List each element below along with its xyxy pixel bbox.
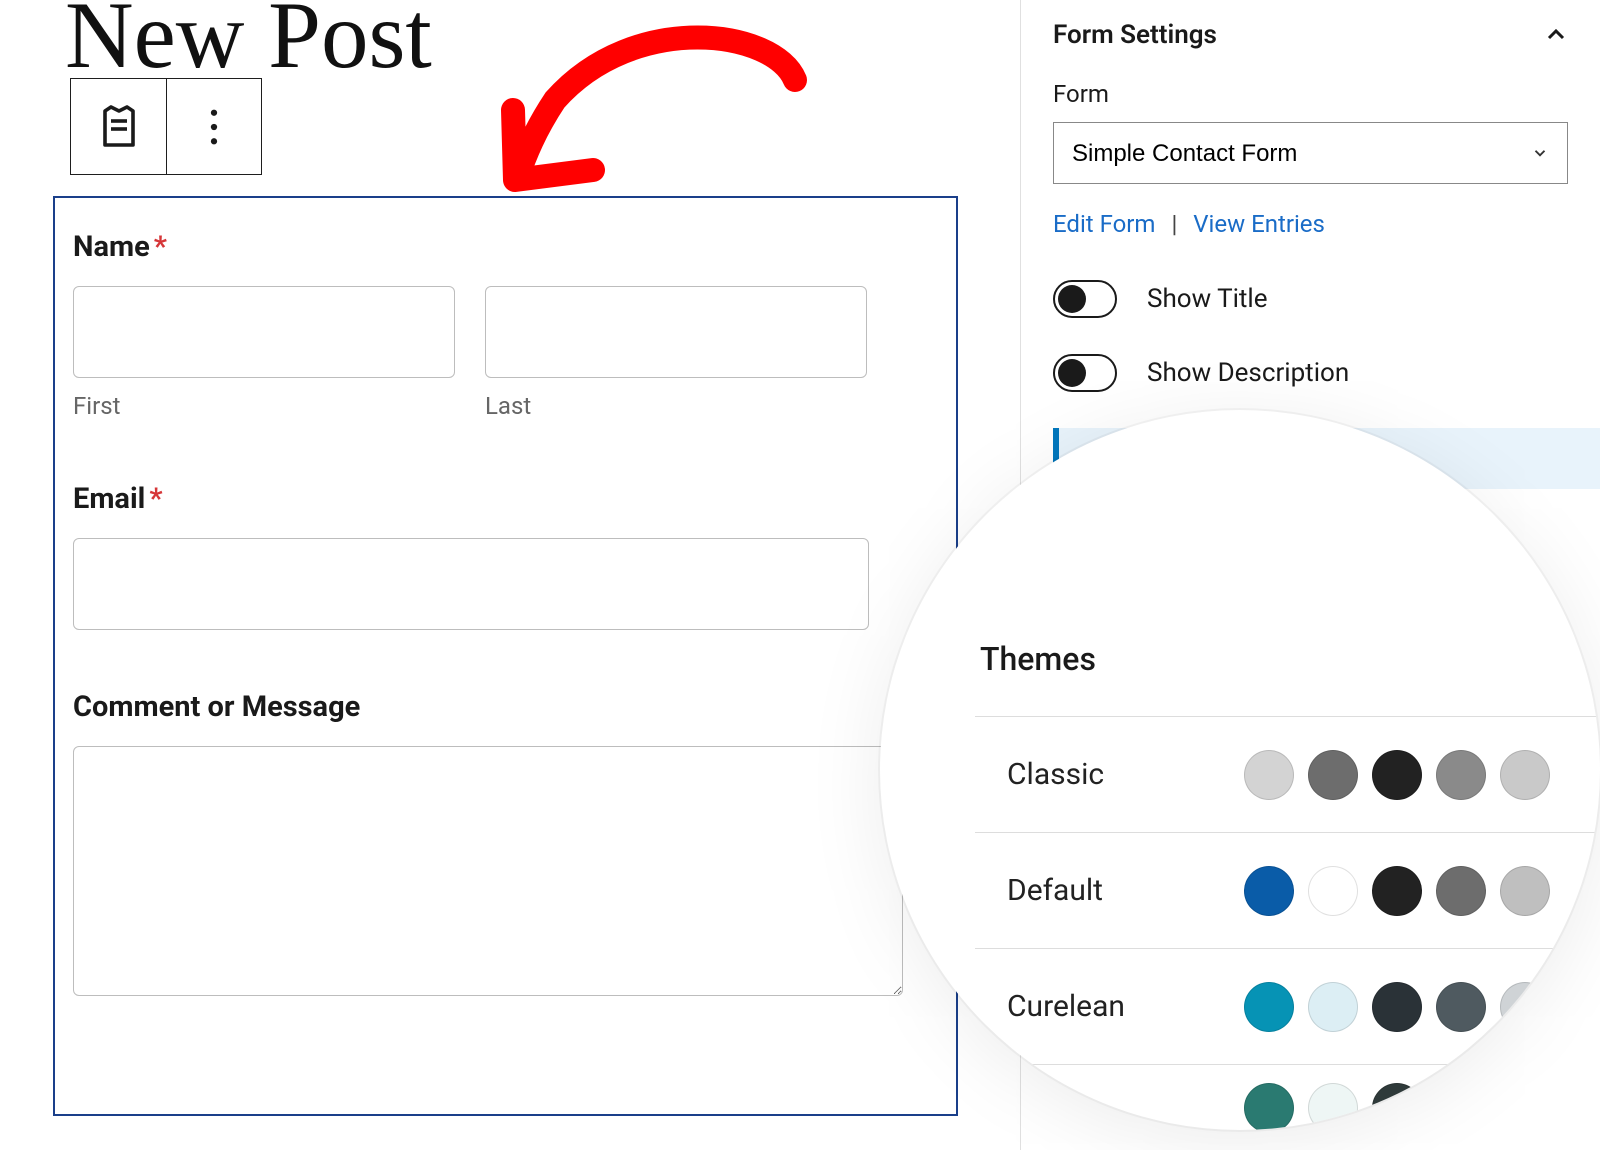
kebab-icon [200, 107, 228, 147]
color-swatch [1308, 750, 1358, 800]
color-swatch [1436, 866, 1486, 916]
toggle-knob [1058, 285, 1086, 313]
show-description-row: Show Description [1021, 336, 1600, 410]
last-name-sublabel: Last [485, 392, 867, 420]
toggle-knob [1058, 359, 1086, 387]
color-swatch [1244, 750, 1294, 800]
email-input[interactable] [73, 538, 869, 630]
form-settings-title: Form Settings [1053, 20, 1217, 50]
color-swatch [1372, 866, 1422, 916]
show-title-toggle[interactable] [1053, 280, 1117, 318]
form-select[interactable]: Simple Contact Form [1053, 122, 1568, 184]
swatch-group [1244, 866, 1550, 916]
show-description-label: Show Description [1147, 358, 1349, 388]
color-swatch [1500, 750, 1550, 800]
form-settings-header[interactable]: Form Settings [1021, 0, 1600, 80]
color-swatch [1372, 1083, 1422, 1130]
form-action-links: Edit Form | View Entries [1021, 202, 1600, 262]
chevron-up-icon [1544, 23, 1568, 47]
color-swatch [1308, 866, 1358, 916]
required-star: * [154, 230, 167, 264]
form-block[interactable]: Name* First Last Email* Comment or Messa… [53, 196, 958, 1116]
show-description-toggle[interactable] [1053, 354, 1117, 392]
color-swatch [1436, 982, 1486, 1032]
theme-list: Classic Default Curelean [975, 716, 1600, 1130]
theme-row-classic[interactable]: Classic [975, 717, 1600, 833]
theme-name: Default [1007, 873, 1103, 908]
block-toolbar [70, 78, 262, 175]
color-swatch [1308, 1083, 1358, 1130]
color-swatch [1244, 982, 1294, 1032]
comment-textarea[interactable] [73, 746, 903, 996]
first-name-sublabel: First [73, 392, 455, 420]
color-swatch [1244, 866, 1294, 916]
link-separator: | [1171, 210, 1177, 238]
show-title-label: Show Title [1147, 284, 1268, 314]
comment-field-group: Comment or Message [73, 690, 938, 1000]
name-label: Name* [73, 230, 938, 264]
swatch-group [1244, 982, 1550, 1032]
last-name-input[interactable] [485, 286, 867, 378]
color-swatch [1244, 1083, 1294, 1130]
view-entries-link[interactable]: View Entries [1193, 210, 1325, 238]
theme-name: Curelean [1007, 989, 1125, 1024]
name-label-text: Name [73, 230, 150, 264]
color-swatch [1308, 982, 1358, 1032]
required-star: * [149, 482, 162, 516]
name-field-group: Name* First Last [73, 230, 938, 420]
form-select-label: Form [1053, 80, 1568, 108]
color-swatch [1500, 1083, 1550, 1130]
email-label: Email* [73, 482, 938, 516]
zoom-lens: Themes Classic Default Curelean [880, 410, 1600, 1130]
color-swatch [1436, 1083, 1486, 1130]
swatch-group [1244, 1083, 1550, 1130]
show-title-row: Show Title [1021, 262, 1600, 336]
color-swatch [1436, 750, 1486, 800]
form-icon [95, 103, 143, 151]
edit-form-link[interactable]: Edit Form [1053, 210, 1155, 238]
page-title[interactable]: New Post [65, 0, 432, 90]
more-options-button[interactable] [166, 79, 261, 174]
form-block-icon-button[interactable] [71, 79, 166, 174]
theme-name: Classic [1007, 757, 1104, 792]
color-swatch [1500, 982, 1550, 1032]
annotation-arrow [495, 0, 855, 210]
color-swatch [1372, 750, 1422, 800]
color-swatch [1500, 866, 1550, 916]
swatch-group [1244, 750, 1550, 800]
email-field-group: Email* [73, 482, 938, 630]
themes-title: Themes [880, 640, 1600, 716]
theme-row-partial[interactable] [975, 1065, 1600, 1130]
email-label-text: Email [73, 482, 145, 516]
theme-row-default[interactable]: Default [975, 833, 1600, 949]
first-name-input[interactable] [73, 286, 455, 378]
comment-label: Comment or Message [73, 690, 938, 724]
color-swatch [1372, 982, 1422, 1032]
theme-row-curelean[interactable]: Curelean [975, 949, 1600, 1065]
